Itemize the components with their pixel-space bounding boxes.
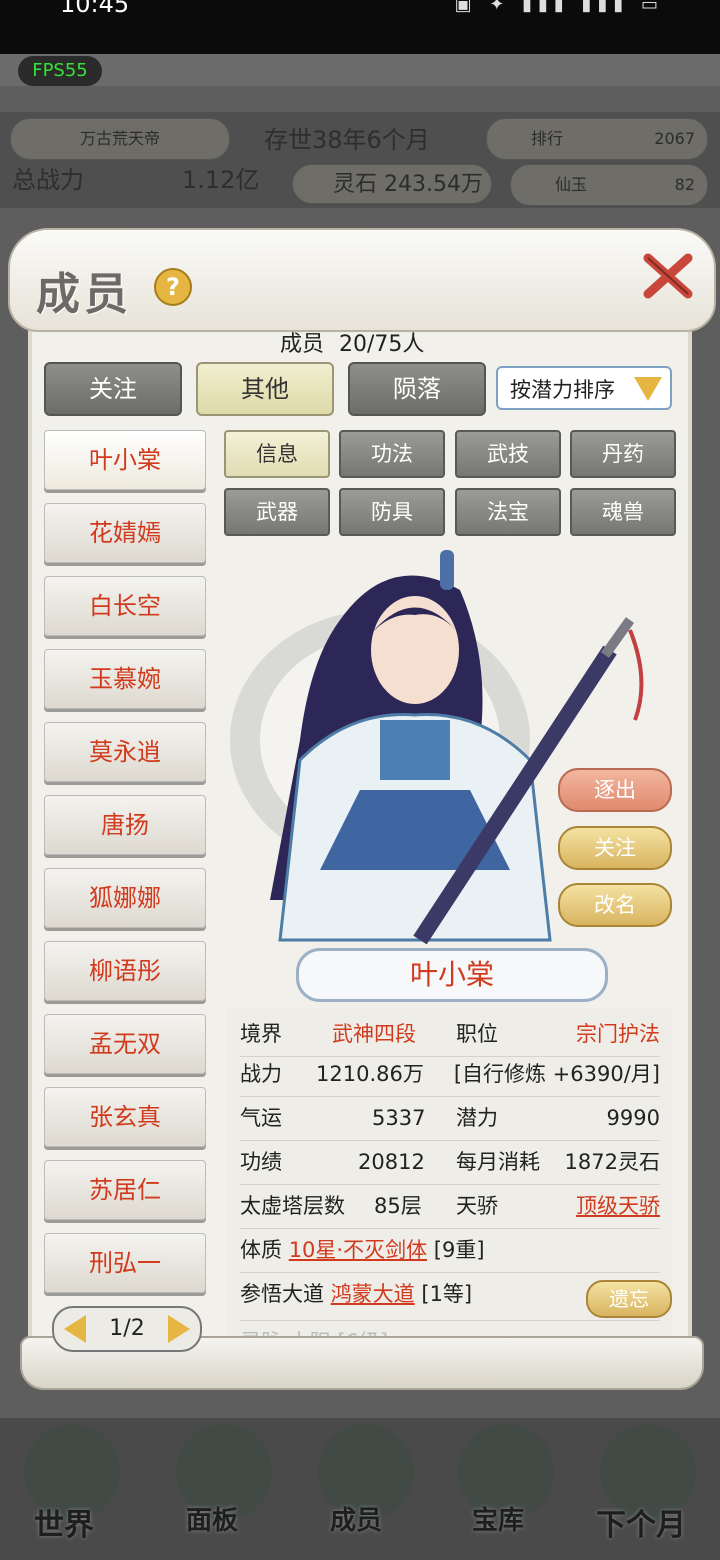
member-item-2[interactable]: 白长空 xyxy=(44,576,206,636)
jade-value: 82 xyxy=(674,175,695,194)
member-item-10[interactable]: 苏居仁 xyxy=(44,1160,206,1220)
nav-treasury[interactable]: 宝库 xyxy=(472,1500,524,1537)
sect-name: 万古荒天帝 xyxy=(10,118,230,160)
status-icons: ▣ ✦ ▮▮▮ ▮▮▮ ▭ xyxy=(454,0,664,15)
cost-value: 1872灵石 xyxy=(564,1150,660,1174)
status-bar: 10:45 ▣ ✦ ▮▮▮ ▮▮▮ ▭ xyxy=(0,0,720,54)
tower-label: 太虚塔层数 xyxy=(240,1194,345,1218)
nav-next-month[interactable]: 下个月 xyxy=(596,1500,686,1544)
rank-label: 排行 xyxy=(531,129,564,148)
potential-value: 9990 xyxy=(606,1106,660,1130)
member-item-11[interactable]: 刑弘一 xyxy=(44,1233,206,1293)
chevron-down-icon xyxy=(634,377,662,401)
member-item-0[interactable]: 叶小棠 xyxy=(44,430,206,490)
row-merit: 功绩 20812 每月消耗 1872灵石 xyxy=(240,1140,660,1185)
merit-value: 20812 xyxy=(358,1150,425,1174)
jade-label: 仙玉 xyxy=(555,175,588,194)
member-count: 成员 20/75人 xyxy=(280,326,424,358)
physique-label: 体质 xyxy=(240,1238,282,1262)
close-icon[interactable] xyxy=(640,248,696,304)
expel-button[interactable]: 逐出 xyxy=(558,768,672,812)
row-physique: 体质 10星·不灭剑体 [9重] xyxy=(240,1228,660,1273)
combat-value: 1210.86万 xyxy=(316,1062,424,1086)
total-power-value: 1.12亿 xyxy=(182,166,260,194)
member-item-8[interactable]: 孟无双 xyxy=(44,1014,206,1074)
dao-value[interactable]: 鸿蒙大道 xyxy=(331,1282,415,1306)
nav-world[interactable]: 世界 xyxy=(34,1500,94,1544)
post-value: 宗门护法 xyxy=(576,1022,660,1046)
tab-other[interactable]: 其他 xyxy=(196,362,334,416)
member-info: 境界 武神四段 职位 宗门护法 战力 1210.86万 [自行修炼 +6390/… xyxy=(226,1008,672,1348)
row-dao: 参悟大道 鸿蒙大道 [1等] 遗忘 xyxy=(240,1272,672,1321)
row-realm: 境界 武神四段 职位 宗门护法 xyxy=(240,1012,660,1057)
dao-label: 参悟大道 xyxy=(240,1282,324,1306)
physique-level: [9重] xyxy=(433,1238,485,1262)
row-combat: 战力 1210.86万 [自行修炼 +6390/月] xyxy=(240,1052,660,1097)
merit-label: 功绩 xyxy=(240,1150,282,1174)
follow-button[interactable]: 关注 xyxy=(558,826,672,870)
cultivate-rate: [自行修炼 +6390/月] xyxy=(453,1062,660,1086)
member-item-1[interactable]: 花婧嫣 xyxy=(44,503,206,563)
dao-level: [1等] xyxy=(421,1282,473,1306)
subtab-armor[interactable]: 防具 xyxy=(339,488,445,536)
combat-label: 战力 xyxy=(240,1062,282,1086)
member-item-5[interactable]: 唐扬 xyxy=(44,795,206,855)
genius-value[interactable]: 顶级天骄 xyxy=(576,1184,660,1228)
subtab-beast[interactable]: 魂兽 xyxy=(570,488,676,536)
member-item-6[interactable]: 狐娜娜 xyxy=(44,868,206,928)
member-item-7[interactable]: 柳语彤 xyxy=(44,941,206,1001)
physique-value[interactable]: 10星·不灭剑体 xyxy=(289,1238,427,1262)
potential-label: 潜力 xyxy=(456,1106,498,1130)
realm-value: 武神四段 xyxy=(332,1022,416,1046)
row-tower: 太虚塔层数 85层 天骄 顶级天骄 xyxy=(240,1184,660,1229)
total-power-label: 总战力 xyxy=(12,166,84,194)
next-page-icon[interactable] xyxy=(168,1315,190,1343)
rename-button[interactable]: 改名 xyxy=(558,883,672,927)
pager: 1/2 xyxy=(52,1306,202,1352)
sort-label: 按潜力排序 xyxy=(510,378,615,402)
subtab-weapon[interactable]: 武器 xyxy=(224,488,330,536)
member-item-4[interactable]: 莫永逍 xyxy=(44,722,206,782)
top-stats-bar: 万古荒天帝 存世38年6个月 排行 2067 总战力 1.12亿 灵石 243.… xyxy=(0,112,720,208)
subtab-artifact[interactable]: 法宝 xyxy=(455,488,561,536)
subtab-pills[interactable]: 丹药 xyxy=(570,430,676,478)
jade-pill: 仙玉 82 xyxy=(510,164,708,206)
member-item-9[interactable]: 张玄真 xyxy=(44,1087,206,1147)
fps-counter: FPS55 xyxy=(18,56,102,86)
panel-title: 成员 xyxy=(36,269,132,320)
subtab-skills[interactable]: 武技 xyxy=(455,430,561,478)
help-icon[interactable]: ? xyxy=(154,268,192,306)
member-count-value: 20/75人 xyxy=(339,332,425,357)
genius-label: 天骄 xyxy=(456,1194,498,1218)
member-item-3[interactable]: 玉慕婉 xyxy=(44,649,206,709)
row-luck: 气运 5337 潜力 9990 xyxy=(240,1096,660,1141)
nav-members[interactable]: 成员 xyxy=(330,1500,382,1537)
post-label: 职位 xyxy=(456,1022,498,1046)
sort-dropdown[interactable]: 按潜力排序 xyxy=(496,366,672,410)
rank-value: 2067 xyxy=(654,129,695,148)
rank-pill: 排行 2067 xyxy=(486,118,708,160)
subtab-techniques[interactable]: 功法 xyxy=(339,430,445,478)
tower-value: 85层 xyxy=(374,1194,422,1218)
subtab-info[interactable]: 信息 xyxy=(224,430,330,478)
clock: 10:45 xyxy=(60,0,130,18)
tab-fallen[interactable]: 陨落 xyxy=(348,362,486,416)
realm-label: 境界 xyxy=(240,1022,282,1046)
sect-age: 存世38年6个月 xyxy=(264,126,430,154)
forget-button[interactable]: 遗忘 xyxy=(586,1280,672,1318)
nav-panel[interactable]: 面板 xyxy=(186,1500,238,1537)
member-count-label: 成员 xyxy=(280,332,325,357)
cost-label: 每月消耗 xyxy=(456,1150,540,1174)
luck-label: 气运 xyxy=(240,1106,282,1130)
selected-member-name: 叶小棠 xyxy=(296,948,608,1002)
spirit-stone: 灵石 243.54万 xyxy=(292,164,492,204)
luck-value: 5337 xyxy=(372,1106,426,1130)
tab-follow[interactable]: 关注 xyxy=(44,362,182,416)
